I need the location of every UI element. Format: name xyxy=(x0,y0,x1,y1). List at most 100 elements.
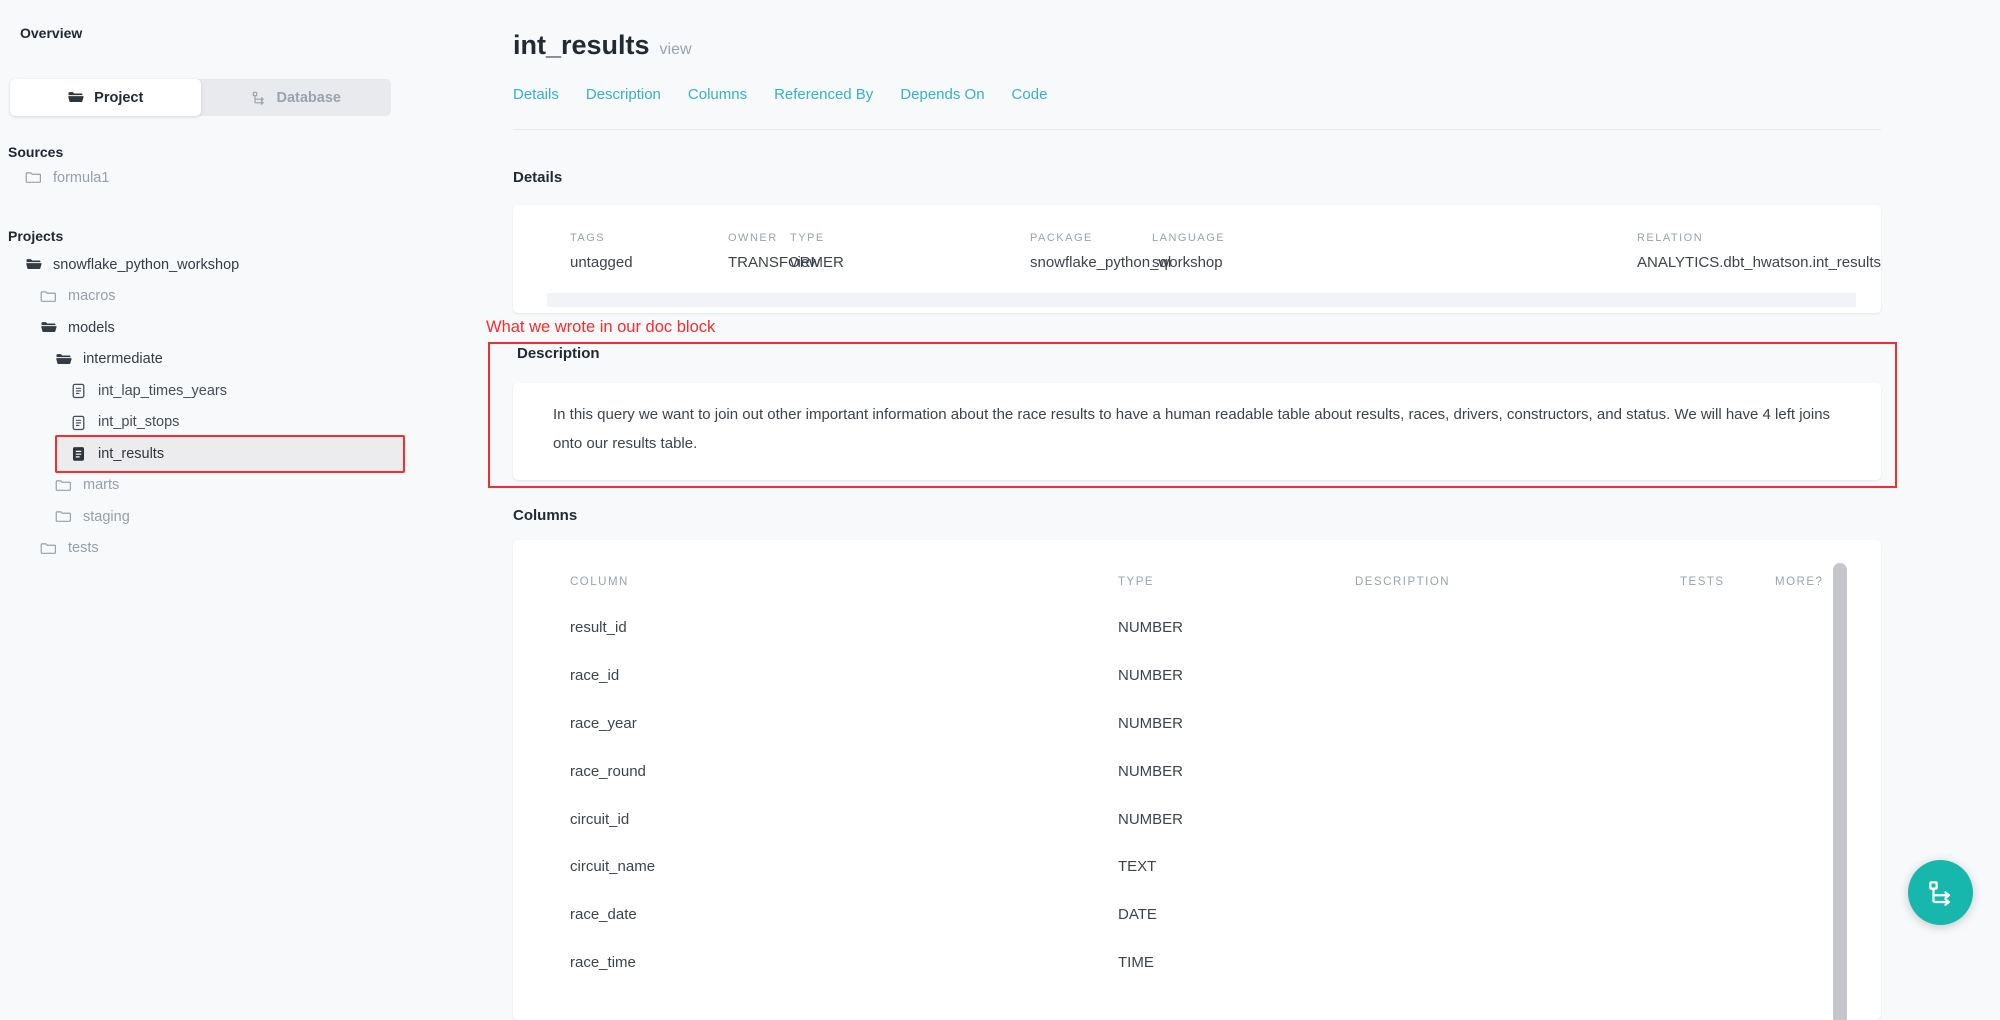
cell-type: NUMBER xyxy=(1118,619,1355,636)
details-field-label: TAGS xyxy=(570,232,728,244)
sidebar-item-label: int_results xyxy=(98,446,164,462)
sidebar-item-label: marts xyxy=(83,477,119,493)
lineage-graph-button[interactable] xyxy=(1908,860,1973,925)
folder-icon xyxy=(25,169,42,186)
database-toggle-button[interactable]: Database xyxy=(201,79,392,116)
table-row[interactable]: circuit_name TEXT xyxy=(570,843,1835,891)
sidebar-item-label: models xyxy=(68,320,115,336)
sidebar-item-label: int_pit_stops xyxy=(98,414,179,430)
sidebar-item[interactable]: snowflake_python_workshop xyxy=(8,249,405,281)
sidebar-item[interactable]: int_pit_stops xyxy=(8,407,405,439)
tab[interactable]: Columns xyxy=(688,86,747,103)
details-field: TAGS untagged xyxy=(570,232,728,271)
sidebar-item[interactable]: intermediate xyxy=(8,344,405,376)
table-row[interactable]: race_time TIME xyxy=(570,939,1835,987)
page-title: int_resultsview xyxy=(513,30,692,61)
cell-column-name: race_date xyxy=(570,906,1118,923)
details-field-label: OWNER xyxy=(728,232,790,244)
details-field-value: snowflake_python_workshop xyxy=(1030,254,1152,271)
details-heading: Details xyxy=(513,169,562,186)
details-field-label: LANGUAGE xyxy=(1152,232,1637,244)
description-heading: Description xyxy=(517,345,600,362)
details-field-value: sql xyxy=(1152,254,1637,271)
tab[interactable]: Details xyxy=(513,86,559,103)
file-icon xyxy=(70,382,87,399)
tab[interactable]: Depends On xyxy=(900,86,984,103)
cell-column-name: circuit_id xyxy=(570,811,1118,828)
table-row[interactable]: circuit_id NUMBER xyxy=(570,795,1835,843)
sidebar-item-label: staging xyxy=(83,509,130,525)
columns-card: COLUMN TYPE DESCRIPTION TESTS MORE? resu… xyxy=(513,540,1881,1020)
table-row[interactable]: race_round NUMBER xyxy=(570,747,1835,795)
resource-type-label: view xyxy=(660,41,692,58)
cell-column-name: race_round xyxy=(570,763,1118,780)
annotation-text: What we wrote in our doc block xyxy=(486,318,715,337)
sidebar-item-label: macros xyxy=(68,288,116,304)
cell-column-name: race_id xyxy=(570,667,1118,684)
description-card: In this query we want to join out other … xyxy=(513,383,1881,480)
table-row[interactable]: race_date DATE xyxy=(570,891,1835,939)
details-field-value: ANALYTICS.dbt_hwatson.int_results xyxy=(1637,254,1881,271)
file-icon xyxy=(70,414,87,431)
details-field-value: TRANSFORMER xyxy=(728,254,790,271)
cell-type: TIME xyxy=(1118,954,1355,971)
sidebar-item[interactable]: marts xyxy=(8,470,405,502)
details-field: TYPE view xyxy=(790,232,1030,271)
sidebar-item[interactable]: models xyxy=(8,312,405,344)
table-row[interactable]: race_year NUMBER xyxy=(570,700,1835,748)
folder-icon xyxy=(55,508,72,525)
sidebar-item[interactable]: tests xyxy=(8,533,405,565)
folder-icon xyxy=(67,89,84,106)
header-tests: TESTS xyxy=(1680,576,1775,588)
project-toggle-button[interactable]: Project xyxy=(10,79,201,116)
sidebar-item-label: snowflake_python_workshop xyxy=(53,257,239,273)
details-field-value: view xyxy=(790,254,1030,271)
cell-column-name: race_year xyxy=(570,715,1118,732)
sources-heading: Sources xyxy=(8,144,63,160)
header-divider xyxy=(513,129,1881,130)
folder-open-icon xyxy=(25,256,42,273)
sidebar-item-source[interactable]: formula1 xyxy=(8,162,405,194)
sources-list: formula1 xyxy=(8,162,405,194)
sidebar-item[interactable]: int_results xyxy=(55,435,405,473)
tab[interactable]: Description xyxy=(586,86,661,103)
details-field-label: TYPE xyxy=(790,232,1030,244)
sidebar-item-label: intermediate xyxy=(83,351,163,367)
cell-type: NUMBER xyxy=(1118,811,1355,828)
folder-open-icon xyxy=(40,319,57,336)
sidebar-item-label: formula1 xyxy=(53,170,109,186)
sidebar-item[interactable]: staging xyxy=(8,501,405,533)
columns-table-body: result_id NUMBER race_id NUMBER xyxy=(570,604,1835,986)
table-scrollbar-thumb[interactable] xyxy=(1833,563,1847,1020)
description-text: In this query we want to join out other … xyxy=(513,383,1881,458)
sidebar-item-label: int_lap_times_years xyxy=(98,383,227,399)
cell-type: DATE xyxy=(1118,906,1355,923)
tab[interactable]: Code xyxy=(1012,86,1048,103)
folder-icon xyxy=(40,540,57,557)
table-row[interactable]: race_id NUMBER xyxy=(570,652,1835,700)
folder-icon xyxy=(40,288,57,305)
sidebar-item[interactable]: macros xyxy=(8,281,405,313)
table-row[interactable]: result_id NUMBER xyxy=(570,604,1835,652)
details-field-label: PACKAGE xyxy=(1030,232,1152,244)
cell-type: NUMBER xyxy=(1118,667,1355,684)
projects-heading: Projects xyxy=(8,228,63,244)
cell-column-name: race_time xyxy=(570,954,1118,971)
lineage-tree-icon xyxy=(251,90,267,106)
lineage-graph-icon xyxy=(1926,878,1956,908)
folder-open-icon xyxy=(55,351,72,368)
view-toggle: Project Database xyxy=(10,79,391,116)
columns-table-header: COLUMN TYPE DESCRIPTION TESTS MORE? xyxy=(570,566,1835,598)
header-description: DESCRIPTION xyxy=(1355,576,1680,588)
cell-column-name: result_id xyxy=(570,619,1118,636)
details-field: PACKAGE snowflake_python_workshop xyxy=(1030,232,1152,271)
details-field-label: RELATION xyxy=(1637,232,1881,244)
database-toggle-label: Database xyxy=(277,90,341,106)
header-more: MORE? xyxy=(1775,576,1835,588)
details-card: TAGS untagged OWNER TRANSFORMER TYPE vie… xyxy=(513,205,1881,313)
columns-heading: Columns xyxy=(513,507,577,524)
header-column: COLUMN xyxy=(570,576,1118,588)
cell-type: NUMBER xyxy=(1118,763,1355,780)
tab[interactable]: Referenced By xyxy=(774,86,873,103)
sidebar-item[interactable]: int_lap_times_years xyxy=(8,375,405,407)
